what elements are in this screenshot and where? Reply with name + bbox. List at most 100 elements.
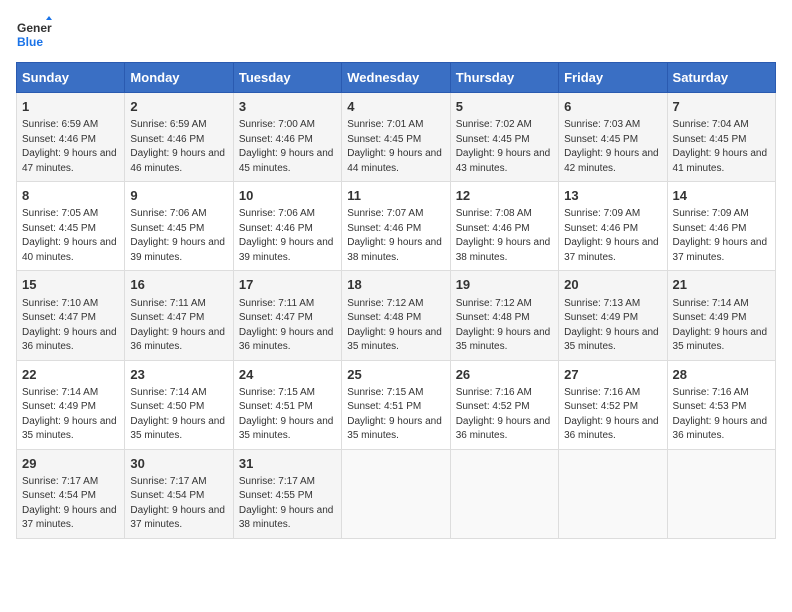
calendar-cell: [559, 449, 667, 538]
cell-info: Sunrise: 6:59 AMSunset: 4:46 PMDaylight:…: [22, 118, 119, 176]
cell-info: Sunrise: 7:16 AMSunset: 4:52 PMDaylight:…: [456, 386, 553, 444]
calendar-cell: 2Sunrise: 6:59 AMSunset: 4:46 PMDaylight…: [125, 93, 233, 182]
day-number: 31: [239, 455, 336, 473]
day-number: 23: [130, 366, 227, 384]
calendar-cell: 3Sunrise: 7:00 AMSunset: 4:46 PMDaylight…: [233, 93, 341, 182]
weekday-header-tuesday: Tuesday: [233, 63, 341, 93]
day-number: 4: [347, 98, 444, 116]
calendar-cell: 10 Sunrise: 7:06 AMSunset: 4:46 PMDayligh…: [233, 182, 341, 271]
cell-info: Sunrise: 7:12 AMSunset: 4:48 PMDaylight:…: [347, 297, 444, 355]
calendar-cell: 9Sunrise: 7:06 AMSunset: 4:45 PMDaylight…: [125, 182, 233, 271]
calendar-cell: 4 Sunrise: 7:01 AMSunset: 4:45 PMDaylight…: [342, 93, 450, 182]
day-number: 17: [239, 276, 336, 294]
calendar-cell: 15Sunrise: 7:10 AMSunset: 4:47 PMDayligh…: [17, 271, 125, 360]
calendar-cell: 11 Sunrise: 7:07 AMSunset: 4:46 PMDayligh…: [342, 182, 450, 271]
cell-info: Sunrise: 7:05 AMSunset: 4:45 PMDaylight:…: [22, 207, 119, 265]
weekday-header-thursday: Thursday: [450, 63, 558, 93]
calendar-cell: 14 Sunrise: 7:09 AMSunset: 4:46 PMDayligh…: [667, 182, 775, 271]
cell-info: Sunrise: 7:15 AMSunset: 4:51 PMDaylight:…: [347, 386, 444, 444]
cell-info: Sunrise: 7:03 AMSunset: 4:45 PMDaylight:…: [564, 118, 661, 176]
day-number: 30: [130, 455, 227, 473]
day-number: 29: [22, 455, 119, 473]
calendar-cell: 22 Sunrise: 7:14 AMSunset: 4:49 PMDayligh…: [17, 360, 125, 449]
calendar-cell: [450, 449, 558, 538]
calendar-week-5: 29 Sunrise: 7:17 AMSunset: 4:54 PMDayligh…: [17, 449, 776, 538]
calendar-week-4: 22 Sunrise: 7:14 AMSunset: 4:49 PMDayligh…: [17, 360, 776, 449]
weekday-header-monday: Monday: [125, 63, 233, 93]
calendar-cell: 20 Sunrise: 7:13 AMSunset: 4:49 PMDayligh…: [559, 271, 667, 360]
logo-svg: General Blue: [16, 16, 52, 52]
svg-text:Blue: Blue: [17, 35, 43, 49]
cell-info: Sunrise: 7:17 AMSunset: 4:54 PMDaylight:…: [130, 475, 227, 533]
cell-info: Sunrise: 7:14 AMSunset: 4:50 PMDaylight:…: [130, 386, 227, 444]
cell-info: Sunrise: 7:12 AMSunset: 4:48 PMDaylight:…: [456, 297, 553, 355]
day-number: 26: [456, 366, 553, 384]
calendar-cell: 30 Sunrise: 7:17 AMSunset: 4:54 PMDayligh…: [125, 449, 233, 538]
day-number: 7: [673, 98, 770, 116]
calendar-cell: 18 Sunrise: 7:12 AMSunset: 4:48 PMDayligh…: [342, 271, 450, 360]
calendar-cell: 21Sunrise: 7:14 AMSunset: 4:49 PMDayligh…: [667, 271, 775, 360]
day-number: 11: [347, 187, 444, 205]
day-number: 14: [673, 187, 770, 205]
cell-info: Sunrise: 7:11 AMSunset: 4:47 PMDaylight:…: [130, 297, 227, 355]
cell-info: Sunrise: 7:07 AMSunset: 4:46 PMDaylight:…: [347, 207, 444, 265]
calendar-week-1: 1 Sunrise: 6:59 AMSunset: 4:46 PMDaylight…: [17, 93, 776, 182]
day-number: 10: [239, 187, 336, 205]
calendar-cell: 17 Sunrise: 7:11 AMSunset: 4:47 PMDayligh…: [233, 271, 341, 360]
weekday-header-sunday: Sunday: [17, 63, 125, 93]
day-number: 12: [456, 187, 553, 205]
calendar-cell: 31 Sunrise: 7:17 AMSunset: 4:55 PMDayligh…: [233, 449, 341, 538]
day-number: 22: [22, 366, 119, 384]
cell-info: Sunrise: 7:09 AMSunset: 4:46 PMDaylight:…: [673, 207, 770, 265]
calendar-cell: 29 Sunrise: 7:17 AMSunset: 4:54 PMDayligh…: [17, 449, 125, 538]
day-number: 16: [130, 276, 227, 294]
day-number: 13: [564, 187, 661, 205]
calendar-cell: 24Sunrise: 7:15 AMSunset: 4:51 PMDayligh…: [233, 360, 341, 449]
cell-info: Sunrise: 7:14 AMSunset: 4:49 PMDaylight:…: [22, 386, 119, 444]
cell-info: Sunrise: 7:17 AMSunset: 4:55 PMDaylight:…: [239, 475, 336, 533]
calendar-table: SundayMondayTuesdayWednesdayThursdayFrid…: [16, 62, 776, 539]
svg-text:General: General: [17, 21, 52, 35]
calendar-cell: 27 Sunrise: 7:16 AMSunset: 4:52 PMDayligh…: [559, 360, 667, 449]
weekday-header-row: SundayMondayTuesdayWednesdayThursdayFrid…: [17, 63, 776, 93]
cell-info: Sunrise: 7:13 AMSunset: 4:49 PMDaylight:…: [564, 297, 661, 355]
day-number: 15: [22, 276, 119, 294]
cell-info: Sunrise: 7:01 AMSunset: 4:45 PMDaylight:…: [347, 118, 444, 176]
cell-info: Sunrise: 7:17 AMSunset: 4:54 PMDaylight:…: [22, 475, 119, 533]
calendar-cell: 19 Sunrise: 7:12 AMSunset: 4:48 PMDayligh…: [450, 271, 558, 360]
day-number: 19: [456, 276, 553, 294]
calendar-cell: 16 Sunrise: 7:11 AMSunset: 4:47 PMDayligh…: [125, 271, 233, 360]
calendar-cell: 28Sunrise: 7:16 AMSunset: 4:53 PMDayligh…: [667, 360, 775, 449]
calendar-cell: 13 Sunrise: 7:09 AMSunset: 4:46 PMDayligh…: [559, 182, 667, 271]
cell-info: Sunrise: 7:14 AMSunset: 4:49 PMDaylight:…: [673, 297, 770, 355]
day-number: 25: [347, 366, 444, 384]
day-number: 28: [673, 366, 770, 384]
day-number: 9: [130, 187, 227, 205]
cell-info: Sunrise: 7:02 AMSunset: 4:45 PMDaylight:…: [456, 118, 553, 176]
calendar-cell: 6 Sunrise: 7:03 AMSunset: 4:45 PMDaylight…: [559, 93, 667, 182]
calendar-cell: 8 Sunrise: 7:05 AMSunset: 4:45 PMDaylight…: [17, 182, 125, 271]
day-number: 27: [564, 366, 661, 384]
weekday-header-wednesday: Wednesday: [342, 63, 450, 93]
calendar-cell: 26 Sunrise: 7:16 AMSunset: 4:52 PMDayligh…: [450, 360, 558, 449]
cell-info: Sunrise: 7:09 AMSunset: 4:46 PMDaylight:…: [564, 207, 661, 265]
logo: General Blue: [16, 16, 52, 52]
cell-info: Sunrise: 7:15 AMSunset: 4:51 PMDaylight:…: [239, 386, 336, 444]
cell-info: Sunrise: 7:11 AMSunset: 4:47 PMDaylight:…: [239, 297, 336, 355]
calendar-cell: 25 Sunrise: 7:15 AMSunset: 4:51 PMDayligh…: [342, 360, 450, 449]
page-header: General Blue: [16, 16, 776, 52]
cell-info: Sunrise: 7:16 AMSunset: 4:52 PMDaylight:…: [564, 386, 661, 444]
day-number: 1: [22, 98, 119, 116]
calendar-cell: 12Sunrise: 7:08 AMSunset: 4:46 PMDayligh…: [450, 182, 558, 271]
day-number: 20: [564, 276, 661, 294]
calendar-cell: 1 Sunrise: 6:59 AMSunset: 4:46 PMDaylight…: [17, 93, 125, 182]
cell-info: Sunrise: 7:04 AMSunset: 4:45 PMDaylight:…: [673, 118, 770, 176]
cell-info: Sunrise: 7:00 AMSunset: 4:46 PMDaylight:…: [239, 118, 336, 176]
day-number: 18: [347, 276, 444, 294]
day-number: 8: [22, 187, 119, 205]
day-number: 6: [564, 98, 661, 116]
calendar-cell: 5 Sunrise: 7:02 AMSunset: 4:45 PMDaylight…: [450, 93, 558, 182]
day-number: 5: [456, 98, 553, 116]
cell-info: Sunrise: 7:06 AMSunset: 4:46 PMDaylight:…: [239, 207, 336, 265]
calendar-cell: 7 Sunrise: 7:04 AMSunset: 4:45 PMDaylight…: [667, 93, 775, 182]
